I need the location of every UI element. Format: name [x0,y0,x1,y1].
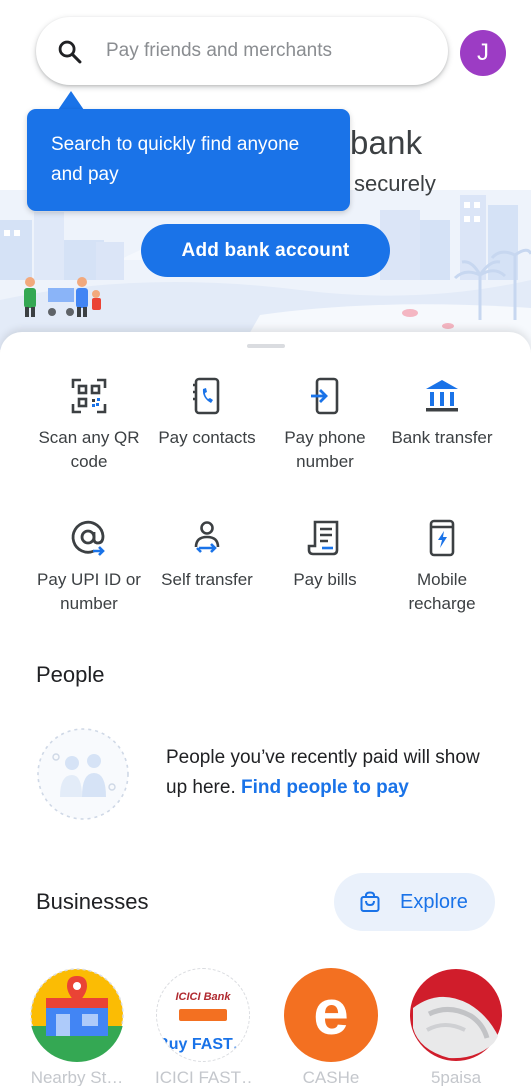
phone-icon [311,377,339,415]
shopping-bag-icon [360,891,380,912]
people-empty-message: People you’ve recently paid will show up… [166,743,506,803]
action-label: Pay bills [293,570,357,589]
business-item-icici[interactable]: ICICI Bank Buy FAST… ICICI FAST… [155,968,251,1086]
action-label: Mobile recharge [408,570,476,613]
business-name: ICICI FAST… [155,1068,251,1086]
business-item-5paisa[interactable]: 5paisa [408,968,504,1086]
pay-bills-action[interactable]: Pay bills [265,518,385,592]
at-sign-icon [71,520,105,556]
business-item-nearby[interactable]: Nearby St… [29,968,125,1086]
search-tooltip[interactable]: Search to quickly find anyone and pay [27,109,350,211]
hero-title: bank [350,124,423,161]
action-label: Bank transfer [391,428,493,447]
action-label: Scan any QR code [38,428,140,471]
icici-brand-text: ICICI Bank [175,991,231,1003]
mobile-recharge-action[interactable]: Mobile recharge [382,518,502,616]
business-name: Nearby St… [30,1068,124,1086]
action-label: Pay contacts [158,428,256,447]
people-placeholder-illustration [37,728,129,820]
icici-fastag-logo: ICICI Bank Buy FAST… [156,968,250,1062]
bank-transfer-action[interactable]: Bank transfer [382,376,502,450]
business-name: 5paisa [430,1068,482,1086]
search-input[interactable] [106,35,426,67]
people-title: People [36,662,105,687]
explore-label: Explore [400,890,468,913]
action-label: Pay UPI ID or number [37,570,141,613]
avatar[interactable]: J [460,30,506,76]
pay-contacts-action[interactable]: Pay contacts [147,376,267,450]
explore-button[interactable]: Explore [334,873,495,931]
nearby-stores-logo [30,968,124,1062]
cashe-logo: e [284,968,378,1062]
bottom-sheet: Scan any QR code Pay contacts Pay phone … [0,332,531,1086]
business-name: CASHe [302,1068,360,1086]
search-icon [58,40,82,64]
businesses-title: Businesses [36,889,149,914]
pay-upi-id-action[interactable]: Pay UPI ID or number [29,518,149,616]
bill-icon [307,520,339,556]
5paisa-logo [410,969,502,1061]
icici-logo-caption: Buy FAST… [157,1033,249,1057]
contacts-icon [193,377,220,415]
business-item-cashe[interactable]: e CASHe [283,968,379,1086]
self-transfer-icon [194,521,220,553]
action-label: Pay phone number [284,428,366,471]
find-people-link[interactable]: Find people to pay [241,777,409,798]
hero-subtitle: securely [354,171,436,196]
pay-phone-number-action[interactable]: Pay phone number [265,376,385,474]
tooltip-arrow [58,91,84,110]
mobile-recharge-icon [429,519,455,557]
search-bar[interactable] [36,17,448,85]
action-label: Self transfer [161,570,253,589]
cashe-logo-letter: e [313,976,349,1048]
drag-handle[interactable] [247,344,285,348]
add-bank-account-button[interactable]: Add bank account [141,224,390,277]
fastag-mark [179,1009,227,1021]
scan-qr-action[interactable]: Scan any QR code [29,376,149,474]
bank-icon [426,380,458,412]
qr-scan-icon [71,378,107,414]
self-transfer-action[interactable]: Self transfer [147,518,267,592]
